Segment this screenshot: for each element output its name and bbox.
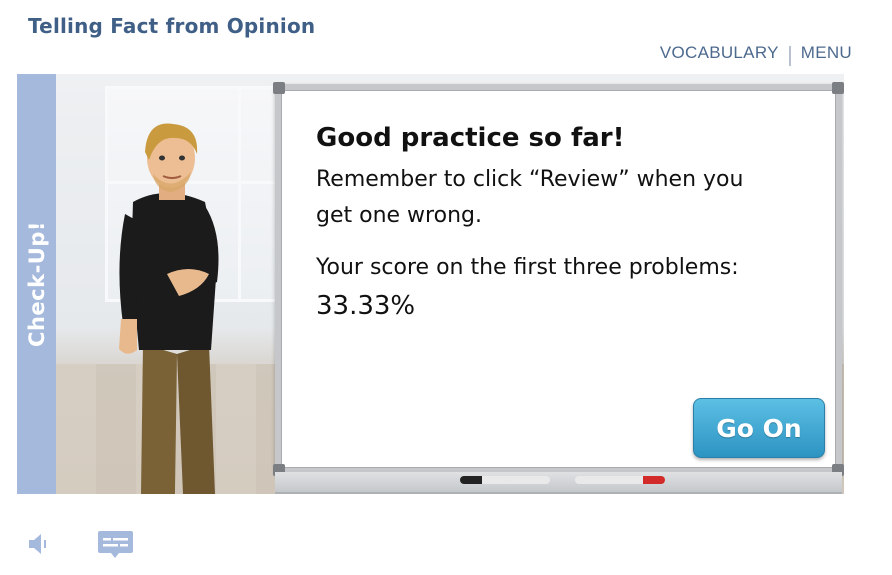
speaker-icon[interactable]	[26, 531, 52, 557]
red-marker	[575, 476, 665, 484]
lesson-title: Telling Fact from Opinion	[28, 14, 316, 38]
lesson-stage: Check-Up! Good practice so far! Remember…	[17, 74, 844, 494]
top-nav: VOCABULARY MENU	[660, 40, 852, 66]
message-heading: Good practice so far!	[316, 123, 625, 153]
score-value: 33.33%	[316, 290, 416, 321]
check-up-tab: Check-Up!	[17, 74, 56, 494]
black-marker	[460, 476, 550, 484]
whiteboard-message: Good practice so far! Remember to click …	[316, 123, 806, 324]
vocabulary-link[interactable]: VOCABULARY	[660, 43, 779, 63]
go-on-button[interactable]: Go On	[693, 398, 825, 458]
score-label: Your score on the first three problems:	[316, 254, 739, 280]
menu-link[interactable]: MENU	[801, 43, 852, 63]
message-line-1: Remember to click “Review” when you	[316, 166, 744, 192]
check-up-label: Check-Up!	[24, 221, 49, 347]
nav-divider	[788, 46, 791, 66]
message-line-2: get one wrong.	[316, 202, 482, 228]
teacher-character	[119, 123, 219, 494]
captions-icon[interactable]	[97, 530, 134, 560]
whiteboard-tray	[275, 472, 842, 494]
